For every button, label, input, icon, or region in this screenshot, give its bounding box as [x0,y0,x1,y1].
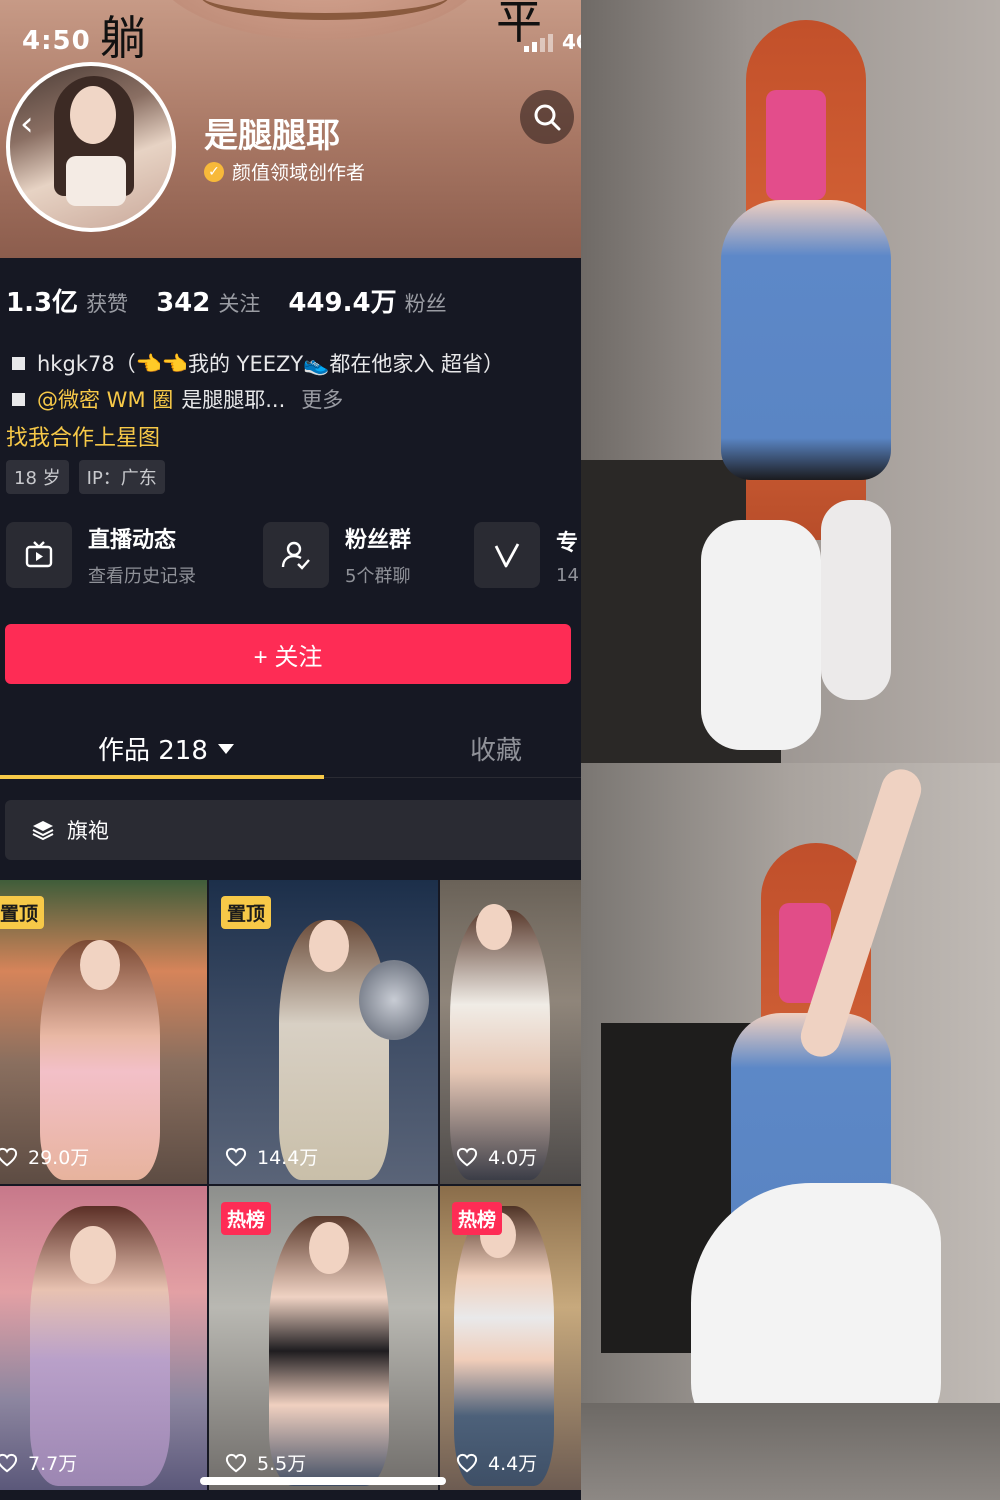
profile-tags: 18 岁 IP：广东 [6,460,165,494]
likes-count: 29.0万 [28,1147,90,1169]
heart-icon [0,1453,18,1472]
heart-icon [456,1147,478,1166]
active-tab-indicator [0,775,324,779]
video-grid: 置顶 29.0万 置顶 14.4万 4.0万 7.7万 热榜 5.5万 热榜 4… [0,880,581,1500]
layers-icon [32,821,54,841]
video-thumbnail[interactable]: 7.7万 [0,1186,207,1490]
content-tabs: 作品 218 收藏 [0,712,581,778]
likes-count: 7.7万 [28,1453,78,1475]
verified-badge: ✓ 颜值领域创作者 [204,158,365,185]
feature-title: 专 [556,530,579,556]
profile-name: 是腿腿耶 [204,116,340,156]
verified-label: 颜值领域创作者 [232,162,366,184]
search-button[interactable] [520,90,574,144]
collection-bar[interactable]: 旗袍 [5,800,581,860]
likes-count: 4.0万 [488,1147,538,1169]
heart-icon [225,1147,247,1166]
group-icon [263,522,329,588]
bullet-icon [12,356,25,370]
search-icon [534,104,561,131]
feature-subtitle: 查看历史记录 [88,566,196,587]
signal-icon [524,34,553,52]
network-label: 4G [562,30,581,54]
v-icon [474,522,540,588]
bullet-icon [12,392,25,406]
video-likes: 4.4万 [456,1449,537,1476]
likes-count: 4.4万 [488,1453,538,1475]
followers-count[interactable]: 449.4万 [288,282,396,319]
heart-icon [456,1453,478,1472]
video-thumbnail[interactable]: 热榜 4.4万 [440,1186,581,1490]
followers-label[interactable]: 粉丝 [405,288,447,318]
profile-stats: 1.3亿 获赞 342 关注 449.4万 粉丝 [6,282,475,319]
video-thumbnail[interactable]: 置顶 29.0万 [0,880,207,1184]
cooperation-link[interactable]: 找我合作上星图 [6,420,160,452]
photo-mirror-selfie-standing [581,0,1000,763]
feature-title: 粉丝群 [345,528,412,553]
tab-works-label: 作品 218 [98,736,208,766]
likes-count: 5.5万 [257,1453,307,1475]
banner-text-left: 躺 [100,11,146,65]
home-indicator[interactable] [200,1477,446,1485]
video-likes: 29.0万 [0,1143,89,1170]
fan-group-entry[interactable]: 粉丝群 5个群聊 [263,522,411,588]
follow-button[interactable]: + 关注 [5,624,571,684]
hot-badge: 热榜 [452,1202,503,1235]
video-likes: 5.5万 [225,1449,306,1476]
following-label[interactable]: 关注 [218,288,260,318]
special-entry[interactable]: 专 14 [474,522,579,588]
video-likes: 14.4万 [225,1143,318,1170]
likes-count: 14.4万 [257,1147,319,1169]
hot-badge: 热榜 [221,1202,272,1235]
bio-line: @微密 WM 圈 是腿腿耶... 更多 [12,384,343,414]
tab-favorites[interactable]: 收藏 [470,730,522,767]
bio-line: hkgk78（👈👈我的 YEEZY👟都在他家入 超省） [12,348,504,378]
bio-mention-link[interactable]: @微密 WM 圈 [37,384,173,414]
video-likes: 7.7万 [0,1449,77,1476]
profile-screen: 4:50 躺 平 4G ‹ 是腿腿耶 ✓ 颜值领域创作者 1.3亿 获赞 342… [0,0,581,1500]
pinned-badge: 置顶 [221,896,272,929]
back-arrow-icon[interactable]: ‹ [20,104,34,144]
heart-icon [225,1453,247,1472]
bio-text: 是腿腿耶... [181,388,286,412]
live-history-entry[interactable]: 直播动态 查看历史记录 [6,522,196,588]
likes-label: 获赞 [86,292,129,316]
video-likes: 4.0万 [456,1143,537,1170]
pinned-badge: 置顶 [0,896,45,929]
feature-subtitle: 14 [556,564,579,586]
photo-mirror-selfie-kneeling [581,763,1000,1500]
feature-subtitle: 5个群聊 [345,566,411,587]
video-thumbnail[interactable]: 置顶 14.4万 [209,880,438,1184]
chevron-down-icon [217,743,234,754]
check-icon: ✓ [204,161,224,182]
ip-tag: IP：广东 [78,460,165,494]
video-thumbnail[interactable]: 热榜 5.5万 [209,1186,438,1490]
video-thumbnail[interactable]: 4.0万 [440,880,581,1184]
tv-icon [6,522,72,588]
age-tag: 18 岁 [6,460,69,494]
feature-title: 直播动态 [88,528,177,553]
heart-icon [0,1147,18,1166]
bio-more-link[interactable]: 更多 [301,384,343,414]
bio-text: hkgk78（👈👈我的 YEEZY👟都在他家入 超省） [37,352,505,376]
following-count[interactable]: 342 [156,288,210,318]
tab-works[interactable]: 作品 218 [98,730,234,767]
collection-label: 旗袍 [67,819,109,843]
likes-count: 1.3亿 [6,288,79,318]
status-time: 4:50 [22,26,91,56]
avatar[interactable] [6,62,176,232]
